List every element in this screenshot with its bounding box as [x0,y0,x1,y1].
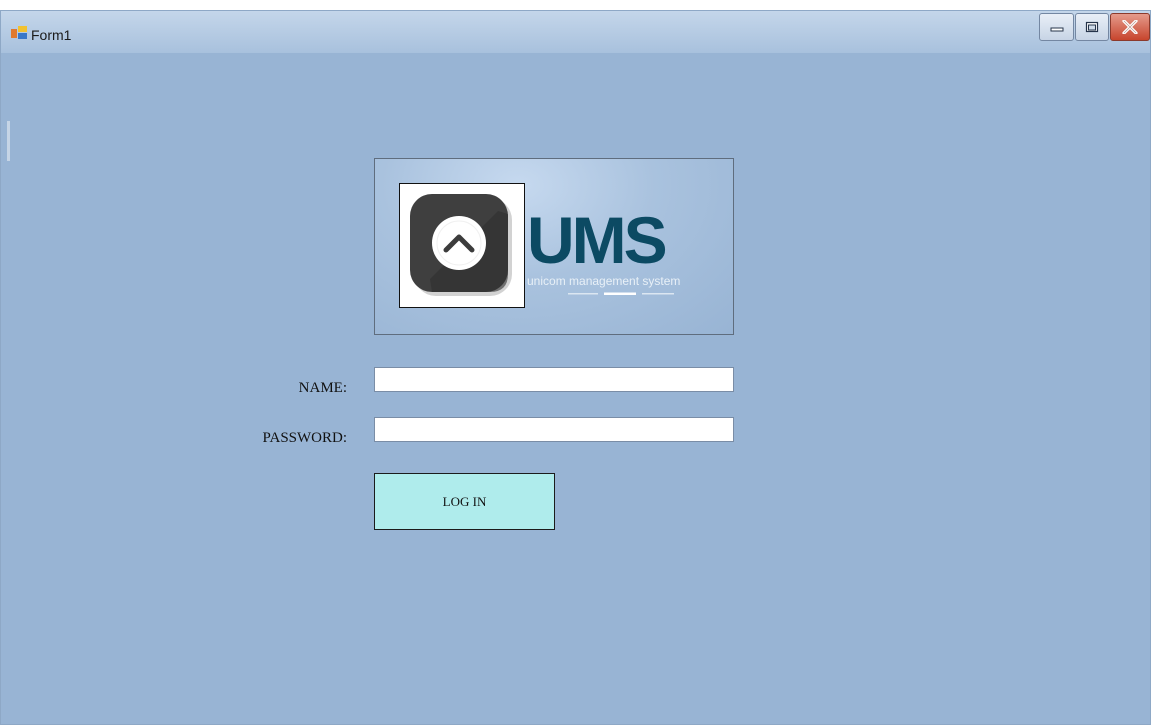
logo-panel: UMS unicom management system [374,158,734,335]
window-controls [1038,13,1150,43]
windows-form-icon [11,26,27,39]
login-window: Form1 UMS unicom management system NAME:… [0,10,1151,725]
close-button[interactable] [1110,13,1150,41]
maximize-icon [1085,21,1099,33]
password-input[interactable] [374,417,734,442]
title-bar[interactable]: Form1 [1,11,1150,53]
chevron-up-circle-icon [410,194,512,296]
password-label: PASSWORD: [262,430,347,446]
logo-icon-frame [399,183,525,308]
logo-subtitle: unicom management system [527,274,681,288]
name-label: NAME: [298,380,347,396]
logo-title: UMS [527,203,668,277]
close-icon [1122,20,1138,34]
name-input[interactable] [374,367,734,392]
minimize-button[interactable] [1039,13,1074,41]
window-title: Form1 [31,27,72,43]
window-edge-highlight [7,121,10,161]
logo-underline-decoration [568,292,674,295]
login-button[interactable]: LOG IN [374,473,555,530]
maximize-button[interactable] [1075,13,1109,41]
minimize-icon [1050,27,1063,32]
